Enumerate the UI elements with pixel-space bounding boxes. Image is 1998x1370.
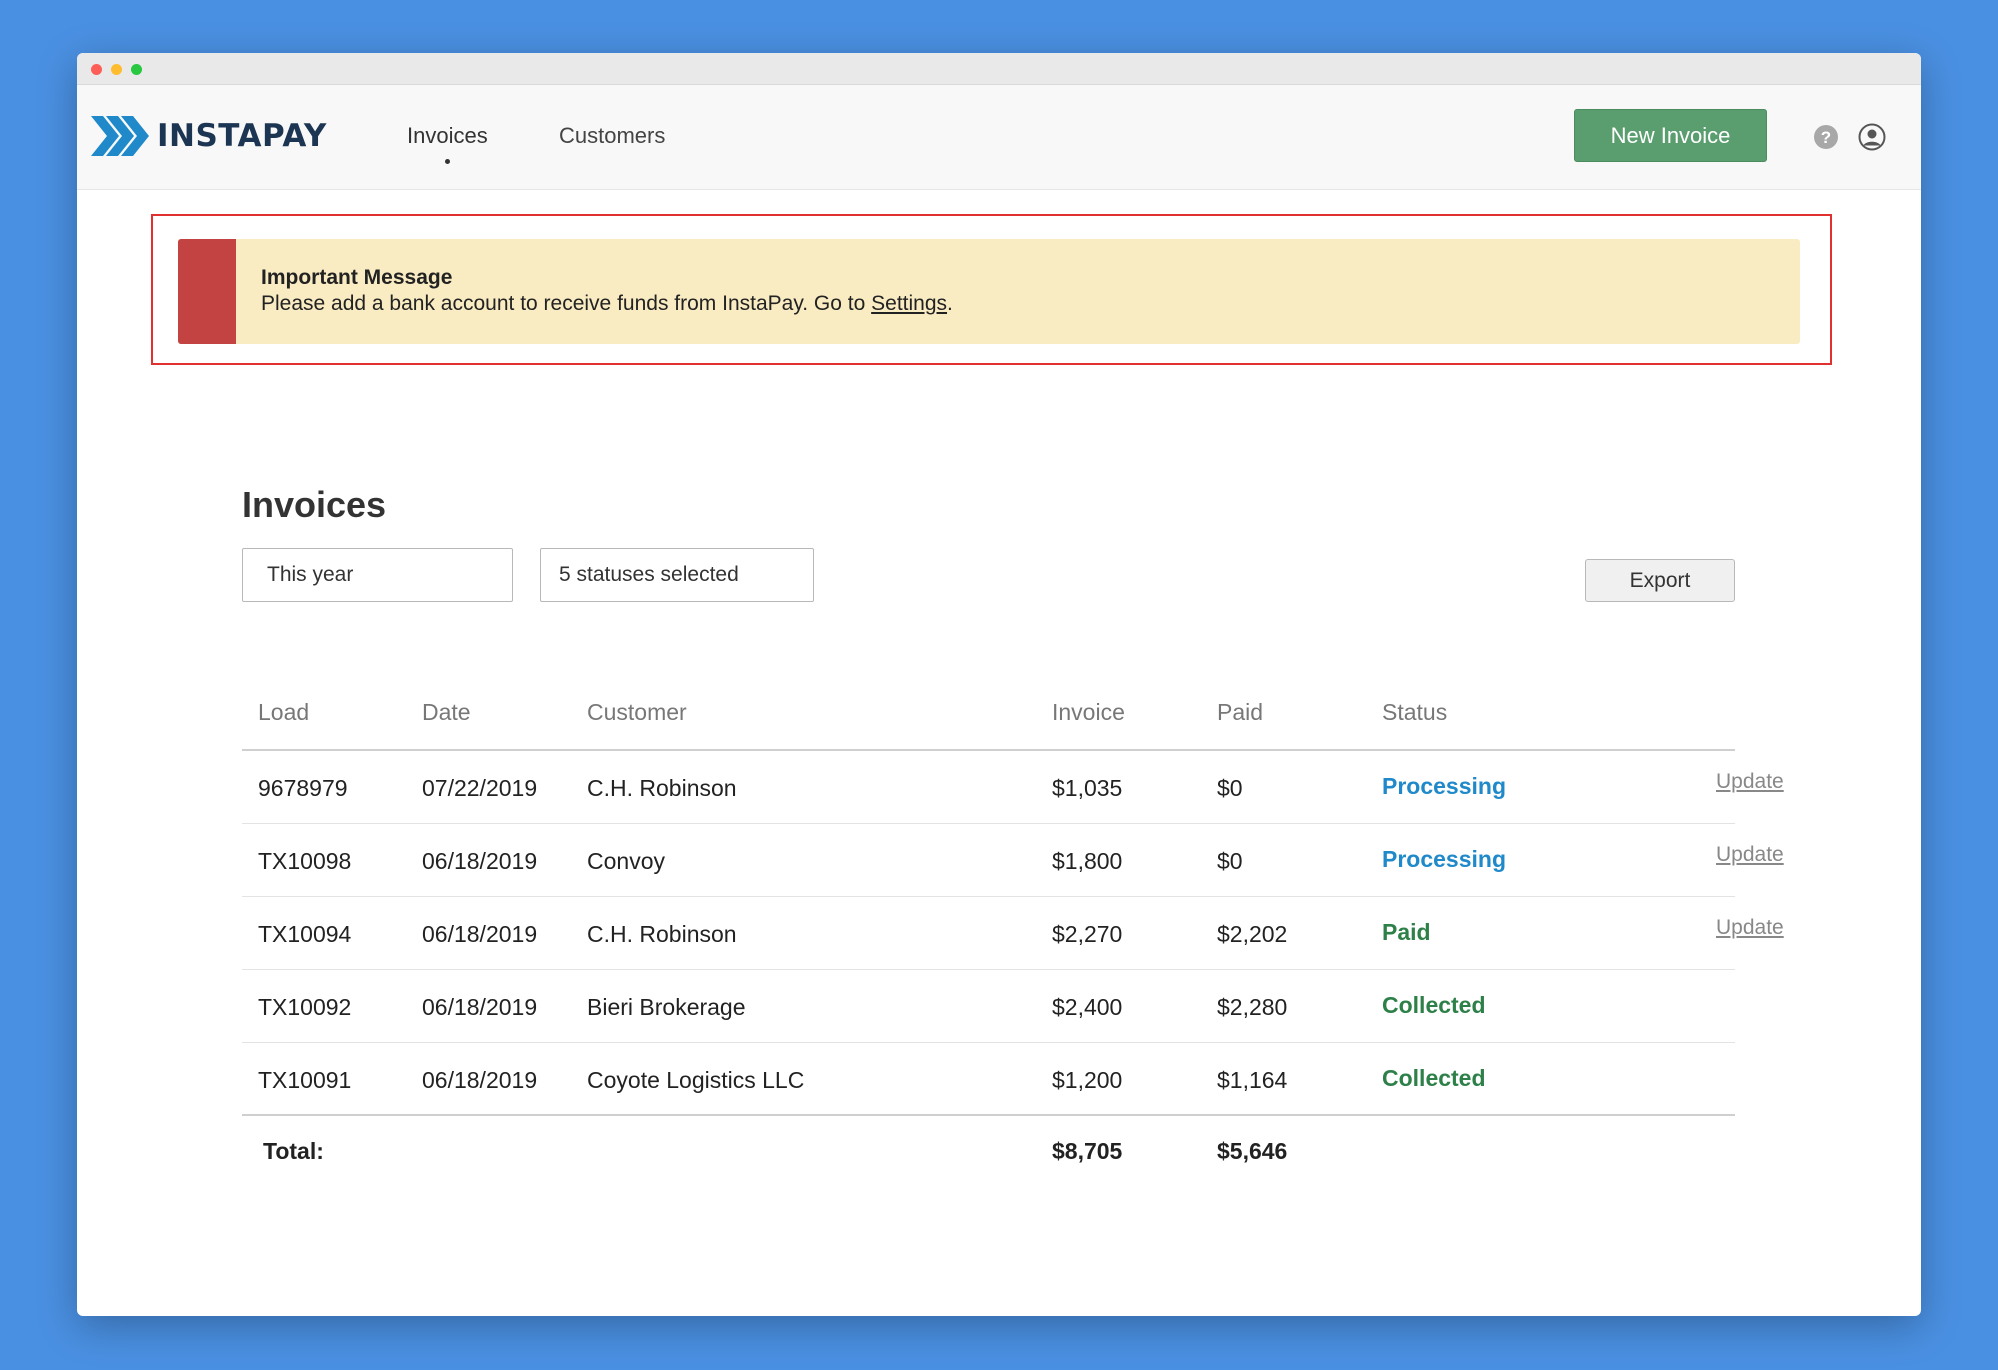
alert-body-prefix: Please add a bank account to receive fun…: [261, 292, 872, 315]
customer-cell: C.H. Robinson: [587, 921, 737, 947]
nav-item-customers[interactable]: Customers: [559, 123, 665, 149]
close-window-button[interactable]: [91, 64, 102, 75]
user-account-icon[interactable]: [1858, 123, 1886, 151]
table-header: Load Date Customer Invoice Paid Status: [242, 653, 1735, 751]
customer-cell: C.H. Robinson: [587, 775, 737, 801]
new-invoice-button[interactable]: New Invoice: [1574, 109, 1767, 162]
table-row[interactable]: TX10094 06/18/2019 C.H. Robinson $2,270 …: [242, 897, 1784, 970]
invoices-table: Load Date Customer Invoice Paid Status 9…: [242, 653, 1784, 1186]
alert-body-suffix: .: [947, 292, 953, 315]
help-icon[interactable]: ?: [1813, 124, 1839, 150]
maximize-window-button[interactable]: [131, 64, 142, 75]
status-filter[interactable]: 5 statuses selected: [540, 548, 814, 602]
page-title: Invoices: [242, 484, 387, 525]
date-cell: 06/18/2019: [422, 848, 538, 874]
status-badge: Collected: [1382, 992, 1486, 1018]
invoice-amount-cell: $1,200: [1052, 1067, 1123, 1093]
invoice-amount-cell: $1,800: [1052, 848, 1123, 874]
column-header-date[interactable]: Date: [422, 699, 471, 726]
svg-text:?: ?: [1821, 128, 1831, 147]
date-cell: 07/22/2019: [422, 775, 538, 801]
date-cell: 06/18/2019: [422, 994, 538, 1020]
app-window: INSTAPAY Invoices Customers New Invoice …: [77, 53, 1921, 1316]
status-badge: Collected: [1382, 1065, 1486, 1091]
customer-cell: Bieri Brokerage: [587, 994, 746, 1020]
paid-amount-cell: $2,280: [1217, 994, 1288, 1020]
export-button[interactable]: Export: [1585, 559, 1735, 602]
total-paid-amount: $5,646: [1217, 1138, 1288, 1164]
column-header-load[interactable]: Load: [258, 699, 309, 726]
date-cell: 06/18/2019: [422, 921, 538, 947]
load-cell: TX10098: [258, 848, 352, 874]
app-header: INSTAPAY Invoices Customers New Invoice …: [77, 85, 1921, 190]
window-titlebar: [77, 53, 1921, 85]
column-header-status[interactable]: Status: [1382, 699, 1447, 726]
table-row[interactable]: TX10098 06/18/2019 Convoy $1,800 $0 Proc…: [242, 824, 1784, 897]
instapay-logo[interactable]: INSTAPAY: [91, 114, 327, 158]
status-badge: Processing: [1382, 773, 1506, 799]
total-label: Total:: [263, 1138, 324, 1164]
customer-cell: Convoy: [587, 848, 665, 874]
load-cell: TX10094: [258, 921, 352, 947]
paid-amount-cell: $0: [1217, 775, 1243, 801]
settings-link[interactable]: Settings: [871, 292, 947, 315]
table-row[interactable]: TX10091 06/18/2019 Coyote Logistics LLC …: [242, 1043, 1735, 1116]
load-cell: TX10091: [258, 1067, 352, 1093]
logo-text: INSTAPAY: [157, 118, 327, 154]
alert-body: Please add a bank account to receive fun…: [261, 292, 953, 316]
invoice-amount-cell: $2,400: [1052, 994, 1123, 1020]
update-link[interactable]: Update: [1716, 916, 1784, 940]
total-invoice-amount: $8,705: [1052, 1138, 1123, 1164]
customer-cell: Coyote Logistics LLC: [587, 1067, 805, 1093]
important-message-banner: Important Message Please add a bank acco…: [178, 239, 1800, 344]
totals-row: Total: $8,705 $5,646: [242, 1116, 1735, 1186]
update-link[interactable]: Update: [1716, 770, 1784, 794]
invoice-amount-cell: $2,270: [1052, 921, 1123, 947]
minimize-window-button[interactable]: [111, 64, 122, 75]
update-link[interactable]: Update: [1716, 843, 1784, 867]
chevrons-logo-icon: [91, 116, 149, 156]
paid-amount-cell: $2,202: [1217, 921, 1288, 947]
table-row[interactable]: TX10092 06/18/2019 Bieri Brokerage $2,40…: [242, 970, 1735, 1043]
column-header-invoice[interactable]: Invoice: [1052, 699, 1125, 726]
nav-item-invoices[interactable]: Invoices: [407, 123, 488, 164]
load-cell: 9678979: [258, 775, 348, 801]
column-header-customer[interactable]: Customer: [587, 699, 687, 726]
status-badge: Paid: [1382, 919, 1431, 945]
paid-amount-cell: $0: [1217, 848, 1243, 874]
load-cell: TX10092: [258, 994, 352, 1020]
paid-amount-cell: $1,164: [1217, 1067, 1288, 1093]
date-cell: 06/18/2019: [422, 1067, 538, 1093]
column-header-paid[interactable]: Paid: [1217, 699, 1263, 726]
status-badge: Processing: [1382, 846, 1506, 872]
alert-title: Important Message: [261, 266, 453, 289]
invoice-amount-cell: $1,035: [1052, 775, 1123, 801]
alert-accent-bar: [178, 239, 236, 344]
date-range-filter[interactable]: This year: [242, 548, 513, 602]
table-row[interactable]: 9678979 07/22/2019 C.H. Robinson $1,035 …: [242, 751, 1784, 824]
